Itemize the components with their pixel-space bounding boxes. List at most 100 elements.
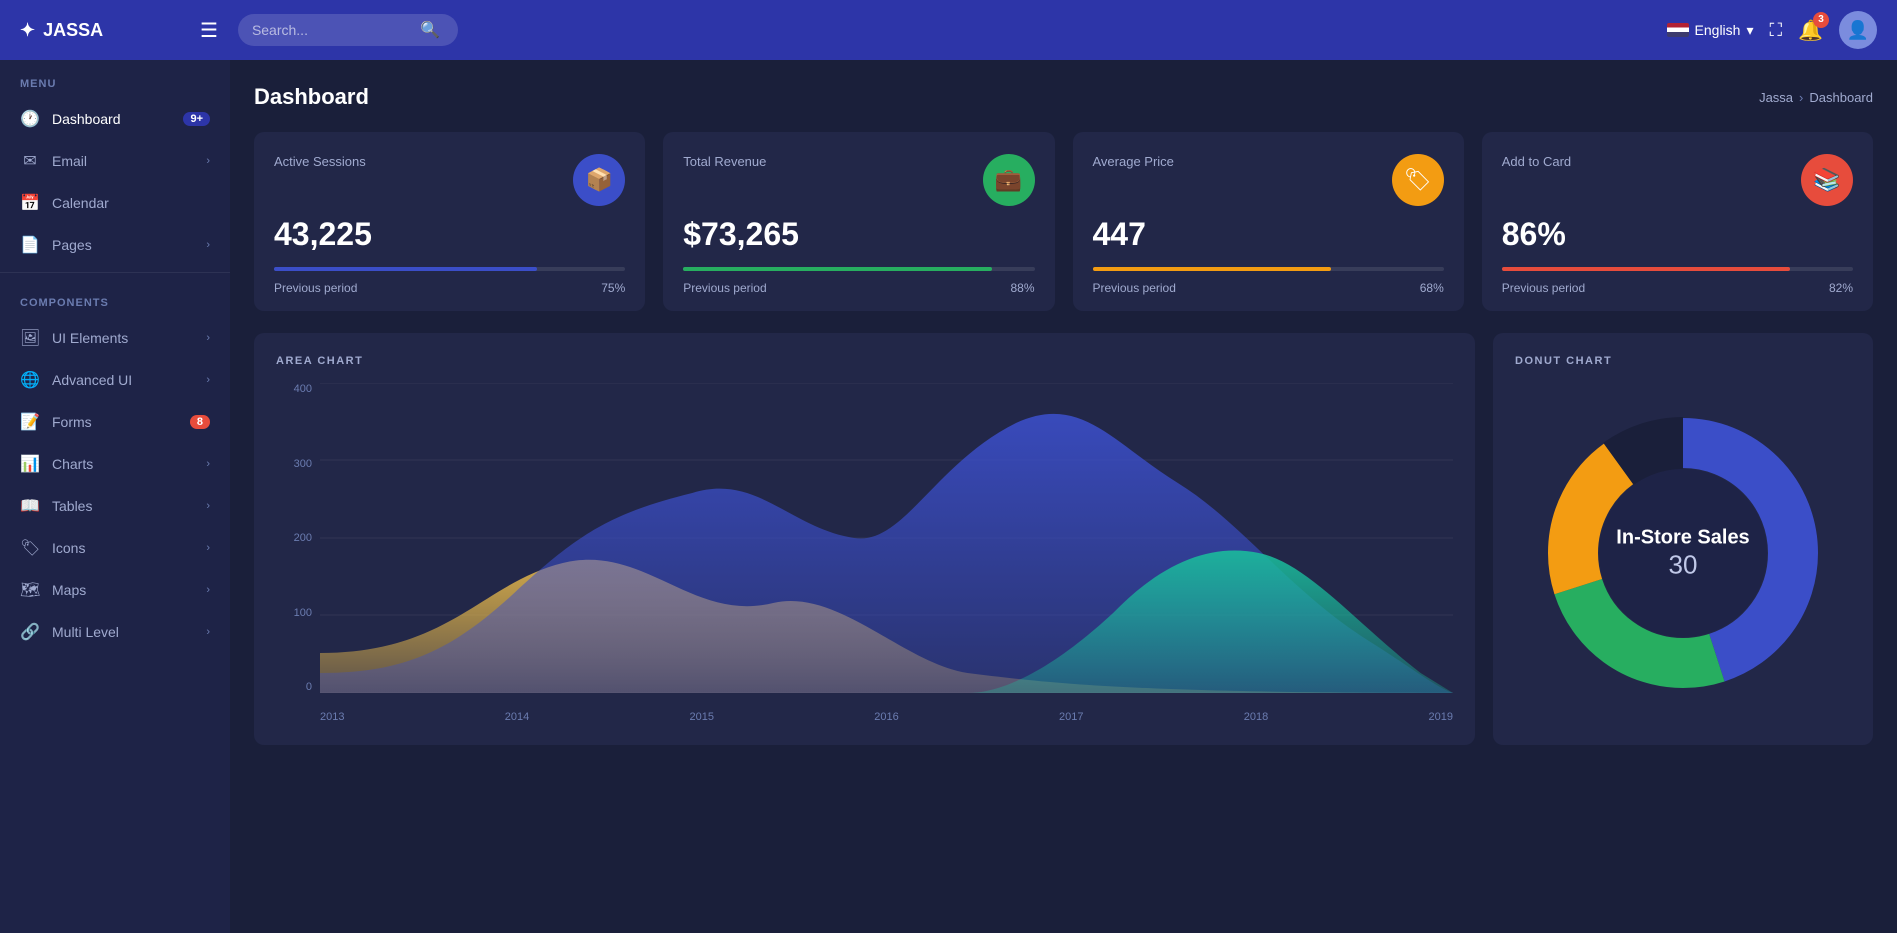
period-value: 68% [1420, 281, 1444, 295]
sidebar-item-label: Email [52, 153, 194, 169]
page-header: Dashboard Jassa › Dashboard [254, 84, 1873, 110]
sidebar-item-pages[interactable]: 📄 Pages › [0, 224, 230, 266]
period-value: 88% [1010, 281, 1034, 295]
sidebar-item-charts[interactable]: 📊 Charts › [0, 443, 230, 485]
chevron-right-icon: › [206, 626, 210, 638]
period-label: Previous period [274, 281, 357, 295]
hamburger-icon[interactable]: ☰ [200, 18, 218, 43]
fullscreen-button[interactable]: ⛶ [1769, 20, 1782, 41]
sidebar-item-tables[interactable]: 📖 Tables › [0, 485, 230, 527]
language-selector[interactable]: English ▾ [1667, 22, 1754, 39]
stat-cards: Active Sessions 📦 43,225 Previous period… [254, 132, 1873, 311]
stat-bar [1502, 267, 1790, 271]
donut-chart-card: DONUT CHART [1493, 333, 1873, 745]
calendar-icon: 📅 [20, 193, 40, 213]
sidebar-divider [0, 272, 230, 273]
stat-bar [683, 267, 992, 271]
sidebar-item-maps[interactable]: 🗺 Maps › [0, 569, 230, 611]
x-label: 2013 [320, 711, 344, 723]
sidebar-item-email[interactable]: ✉ Email › [0, 140, 230, 182]
x-label: 2014 [505, 711, 529, 723]
stat-bar-bg [1093, 267, 1444, 271]
sidebar-item-forms[interactable]: 📝 Forms 8 [0, 401, 230, 443]
logo-text: JASSA [43, 20, 103, 41]
chevron-right-icon: › [206, 500, 210, 512]
sidebar-item-label: Forms [52, 414, 178, 430]
x-label: 2018 [1244, 711, 1268, 723]
period-label: Previous period [1093, 281, 1176, 295]
sidebar-item-dashboard[interactable]: 🕐 Dashboard 9+ [0, 98, 230, 140]
logo-icon: ✦ [20, 20, 35, 41]
stat-bar-bg [274, 267, 625, 271]
chevron-down-icon: ▾ [1746, 22, 1753, 39]
x-label: 2017 [1059, 711, 1083, 723]
sidebar-item-ui-elements[interactable]: 🖼 UI Elements › [0, 317, 230, 359]
forms-badge: 8 [190, 415, 210, 429]
chevron-right-icon: › [206, 374, 210, 386]
chevron-right-icon: › [206, 584, 210, 596]
area-chart-title: AREA CHART [276, 355, 1453, 367]
topnav-right: English ▾ ⛶ 🔔 3 👤 [1667, 11, 1877, 49]
flag-icon [1667, 23, 1689, 37]
average-price-icon: 🏷 [1392, 154, 1444, 206]
period-label: Previous period [1502, 281, 1585, 295]
stat-card-title: Active Sessions [274, 154, 366, 169]
topnav: ✦ JASSA ☰ 🔍 English ▾ ⛶ 🔔 3 👤 [0, 0, 1897, 60]
stat-card-add-to-card: Add to Card 📚 86% Previous period 82% [1482, 132, 1873, 311]
search-input[interactable] [252, 22, 412, 38]
tables-icon: 📖 [20, 496, 40, 516]
stat-bar-bg [1502, 267, 1853, 271]
chevron-right-icon: › [206, 155, 210, 167]
sidebar-item-label: Tables [52, 498, 194, 514]
sidebar-item-calendar[interactable]: 📅 Calendar [0, 182, 230, 224]
donut-chart-title: DONUT CHART [1515, 355, 1851, 367]
donut-center-value: 30 [1616, 550, 1749, 581]
charts-row: AREA CHART 400 300 200 100 0 [254, 333, 1873, 745]
email-icon: ✉ [20, 151, 40, 171]
user-avatar[interactable]: 👤 [1839, 11, 1877, 49]
breadcrumb: Jassa › Dashboard [1759, 90, 1873, 105]
breadcrumb-separator: › [1799, 90, 1803, 105]
x-label: 2019 [1429, 711, 1453, 723]
charts-icon: 📊 [20, 454, 40, 474]
total-revenue-icon: 💼 [983, 154, 1035, 206]
area-chart-xaxis: 2013 2014 2015 2016 2017 2018 2019 [320, 711, 1453, 723]
language-label: English [1695, 22, 1741, 38]
forms-icon: 📝 [20, 412, 40, 432]
add-to-card-icon: 📚 [1801, 154, 1853, 206]
sidebar-item-label: Pages [52, 237, 194, 253]
dashboard-icon: 🕐 [20, 109, 40, 129]
donut-center-label: In-Store Sales [1616, 526, 1749, 550]
search-box: 🔍 [238, 14, 458, 46]
breadcrumb-home: Jassa [1759, 90, 1793, 105]
notification-badge: 3 [1813, 12, 1829, 28]
area-chart-yaxis: 400 300 200 100 0 [276, 383, 312, 693]
sidebar-item-advanced-ui[interactable]: 🌐 Advanced UI › [0, 359, 230, 401]
stat-bar [274, 267, 537, 271]
stat-card-value: 447 [1093, 216, 1444, 253]
dashboard-badge: 9+ [183, 112, 210, 126]
chevron-right-icon: › [206, 332, 210, 344]
area-chart-card: AREA CHART 400 300 200 100 0 [254, 333, 1475, 745]
sidebar-item-label: Icons [52, 540, 194, 556]
stat-card-average-price: Average Price 🏷 447 Previous period 68% [1073, 132, 1464, 311]
page-title: Dashboard [254, 84, 369, 110]
search-icon: 🔍 [420, 20, 440, 40]
sidebar-item-label: Charts [52, 456, 194, 472]
notification-button[interactable]: 🔔 3 [1798, 18, 1823, 43]
y-label: 100 [276, 607, 312, 619]
sidebar-item-icons[interactable]: 🏷 Icons › [0, 527, 230, 569]
stat-bar-bg [683, 267, 1034, 271]
sidebar-item-multi-level[interactable]: 🔗 Multi Level › [0, 611, 230, 653]
sidebar-item-label: Multi Level [52, 624, 194, 640]
area-chart-svg [320, 383, 1453, 693]
sidebar-item-label: UI Elements [52, 330, 194, 346]
y-label: 400 [276, 383, 312, 395]
breadcrumb-current: Dashboard [1809, 90, 1873, 105]
ui-elements-icon: 🖼 [20, 328, 40, 348]
sidebar-item-label: Dashboard [52, 111, 171, 127]
chevron-right-icon: › [206, 239, 210, 251]
sidebar-item-label: Calendar [52, 195, 210, 211]
x-label: 2016 [874, 711, 898, 723]
stat-card-value: 86% [1502, 216, 1853, 253]
